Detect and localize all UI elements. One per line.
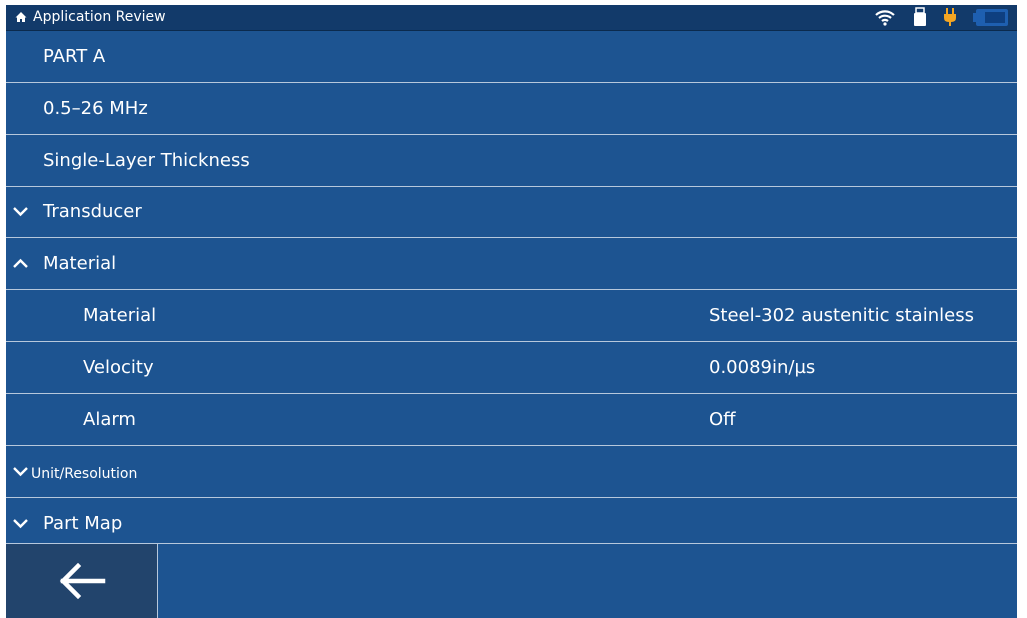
chevron-down-icon xyxy=(13,207,28,217)
setting-row-alarm[interactable]: Alarm Off xyxy=(6,394,1017,446)
chevron-up-icon xyxy=(13,258,28,268)
app-screen: Application Review PART A 0.5–26 MHz Sin… xyxy=(6,5,1017,618)
section-transducer[interactable]: Transducer xyxy=(6,186,1017,238)
status-bar: Application Review xyxy=(6,5,1017,31)
back-button[interactable] xyxy=(6,544,158,618)
section-material-label: Material xyxy=(43,253,117,274)
alarm-value: Off xyxy=(709,409,736,430)
screen-title: Application Review xyxy=(33,9,166,25)
back-arrow-icon xyxy=(59,563,106,599)
list-item-frequency[interactable]: 0.5–26 MHz xyxy=(6,83,1017,135)
frequency-label: 0.5–26 MHz xyxy=(43,98,148,119)
home-icon[interactable] xyxy=(14,9,28,25)
velocity-label: Velocity xyxy=(83,357,154,378)
material-label: Material xyxy=(83,305,157,326)
section-unit-resolution[interactable]: Unit/Resolution xyxy=(6,446,1017,498)
wifi-icon xyxy=(875,10,895,26)
bottom-toolbar xyxy=(6,543,1017,618)
velocity-value: 0.0089in/µs xyxy=(709,357,816,378)
measurement-mode-label: Single-Layer Thickness xyxy=(43,150,250,171)
setting-row-velocity[interactable]: Velocity 0.0089in/µs xyxy=(6,342,1017,394)
alarm-label: Alarm xyxy=(83,409,136,430)
part-name-label: PART A xyxy=(43,46,106,67)
section-part-map-label: Part Map xyxy=(43,513,123,534)
section-transducer-label: Transducer xyxy=(43,201,142,222)
section-material[interactable]: Material xyxy=(6,238,1017,290)
list-item-part-name[interactable]: PART A xyxy=(6,31,1017,83)
section-unit-resolution-label: Unit/Resolution xyxy=(31,466,138,482)
chevron-down-icon xyxy=(13,467,28,477)
chevron-down-icon xyxy=(13,519,28,529)
usb-icon xyxy=(914,7,926,26)
setting-row-material[interactable]: Material Steel-302 austenitic stainless xyxy=(6,290,1017,342)
power-plug-icon xyxy=(944,8,956,26)
list-item-measurement-mode[interactable]: Single-Layer Thickness xyxy=(6,135,1017,187)
battery-icon xyxy=(973,9,1008,26)
material-value: Steel-302 austenitic stainless xyxy=(709,305,974,326)
